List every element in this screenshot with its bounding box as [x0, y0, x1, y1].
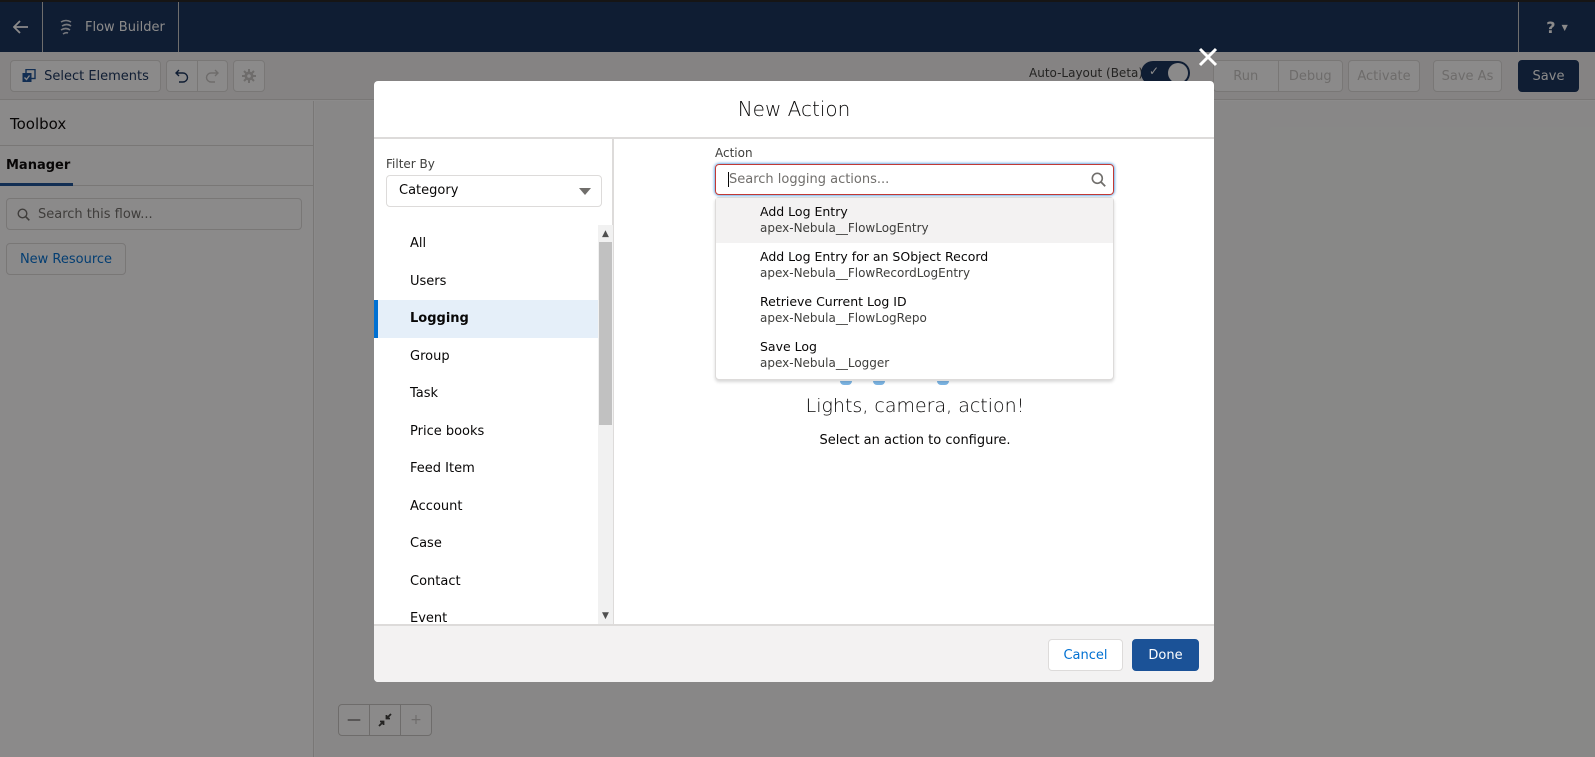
- empty-state-subtitle: Select an action to configure.: [819, 433, 1011, 448]
- action-option[interactable]: Retrieve Current Log ID apex-Nebula__Flo…: [716, 288, 1113, 333]
- done-button[interactable]: Done: [1132, 639, 1199, 671]
- filter-by-label: Filter By: [386, 157, 435, 171]
- filter-by-value: Category: [399, 183, 459, 198]
- modal-title: New Action: [374, 81, 1214, 139]
- illustration-light: [873, 381, 885, 385]
- action-option[interactable]: Save Log apex-Nebula__Logger: [716, 333, 1113, 378]
- action-panel: Action Search logging actions... Lights,…: [616, 139, 1214, 624]
- modal-close-button[interactable]: [1196, 45, 1220, 69]
- action-option-title: Save Log: [760, 339, 817, 354]
- action-option-title: Retrieve Current Log ID: [760, 294, 907, 309]
- category-item-all[interactable]: All: [374, 225, 598, 263]
- illustration-light: [937, 381, 949, 385]
- action-search-placeholder: Search logging actions...: [729, 172, 890, 187]
- action-option-api-name: apex-Nebula__FlowLogEntry: [760, 221, 929, 235]
- scroll-down-icon[interactable]: ▼: [598, 607, 613, 624]
- category-panel: Filter By Category All Users Logging Gro…: [374, 139, 614, 624]
- category-list: All Users Logging Group Task Price books…: [374, 225, 598, 624]
- action-option-title: Add Log Entry for an SObject Record: [760, 249, 989, 264]
- dropdown-caret-icon: [579, 188, 591, 195]
- action-option[interactable]: Add Log Entry for an SObject Record apex…: [716, 243, 1113, 288]
- empty-state-title: Lights, camera, action!: [805, 395, 1025, 417]
- illustration: [616, 381, 1214, 387]
- new-action-modal: New Action Filter By Category All Users …: [374, 81, 1214, 682]
- action-option-api-name: apex-Nebula__FlowLogRepo: [760, 311, 927, 325]
- illustration-light: [840, 381, 852, 385]
- action-option-api-name: apex-Nebula__Logger: [760, 356, 890, 370]
- category-item-account[interactable]: Account: [374, 488, 598, 526]
- action-option[interactable]: Add Log Entry apex-Nebula__FlowLogEntry: [716, 198, 1113, 243]
- scroll-thumb[interactable]: [599, 242, 612, 425]
- category-item-users[interactable]: Users: [374, 263, 598, 301]
- cancel-button[interactable]: Cancel: [1048, 639, 1123, 671]
- search-icon: [1091, 172, 1106, 187]
- category-item-case[interactable]: Case: [374, 525, 598, 563]
- scroll-up-icon[interactable]: ▲: [598, 225, 613, 242]
- category-item-logging[interactable]: Logging: [374, 300, 598, 338]
- action-label: Action: [715, 146, 753, 160]
- modal-footer: Cancel Done: [374, 624, 1214, 682]
- action-dropdown: Add Log Entry apex-Nebula__FlowLogEntry …: [715, 197, 1114, 380]
- category-scrollbar[interactable]: ▲ ▼: [598, 225, 613, 624]
- category-item-price-books[interactable]: Price books: [374, 413, 598, 451]
- action-option-title: Add Log Entry: [760, 204, 848, 219]
- action-search-input[interactable]: Search logging actions...: [715, 164, 1114, 195]
- category-item-feed-item[interactable]: Feed Item: [374, 450, 598, 488]
- category-item-event[interactable]: Event: [374, 600, 598, 624]
- modal-body: Filter By Category All Users Logging Gro…: [374, 139, 1214, 624]
- category-item-task[interactable]: Task: [374, 375, 598, 413]
- close-icon: [1198, 47, 1218, 67]
- action-option-api-name: apex-Nebula__FlowRecordLogEntry: [760, 266, 971, 280]
- filter-by-select[interactable]: Category: [386, 175, 602, 207]
- category-item-group[interactable]: Group: [374, 338, 598, 376]
- category-item-contact[interactable]: Contact: [374, 563, 598, 601]
